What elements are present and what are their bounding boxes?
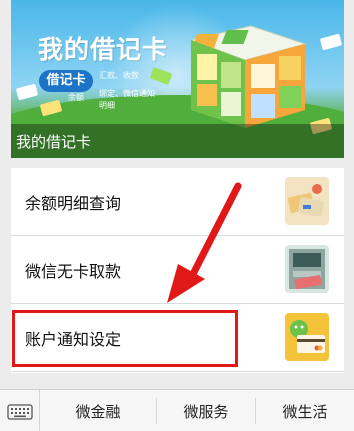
tab-services[interactable]: 微服务 xyxy=(157,390,255,431)
tab-life[interactable]: 微生活 xyxy=(256,390,354,431)
keyboard-icon xyxy=(7,404,33,420)
tab-finance[interactable]: 微金融 xyxy=(40,390,156,431)
keyboard-toggle-button[interactable] xyxy=(0,390,40,431)
pointer-arrow-icon xyxy=(167,182,242,303)
bottom-menu-bar: 微金融 微服务 微生活 xyxy=(0,389,354,431)
